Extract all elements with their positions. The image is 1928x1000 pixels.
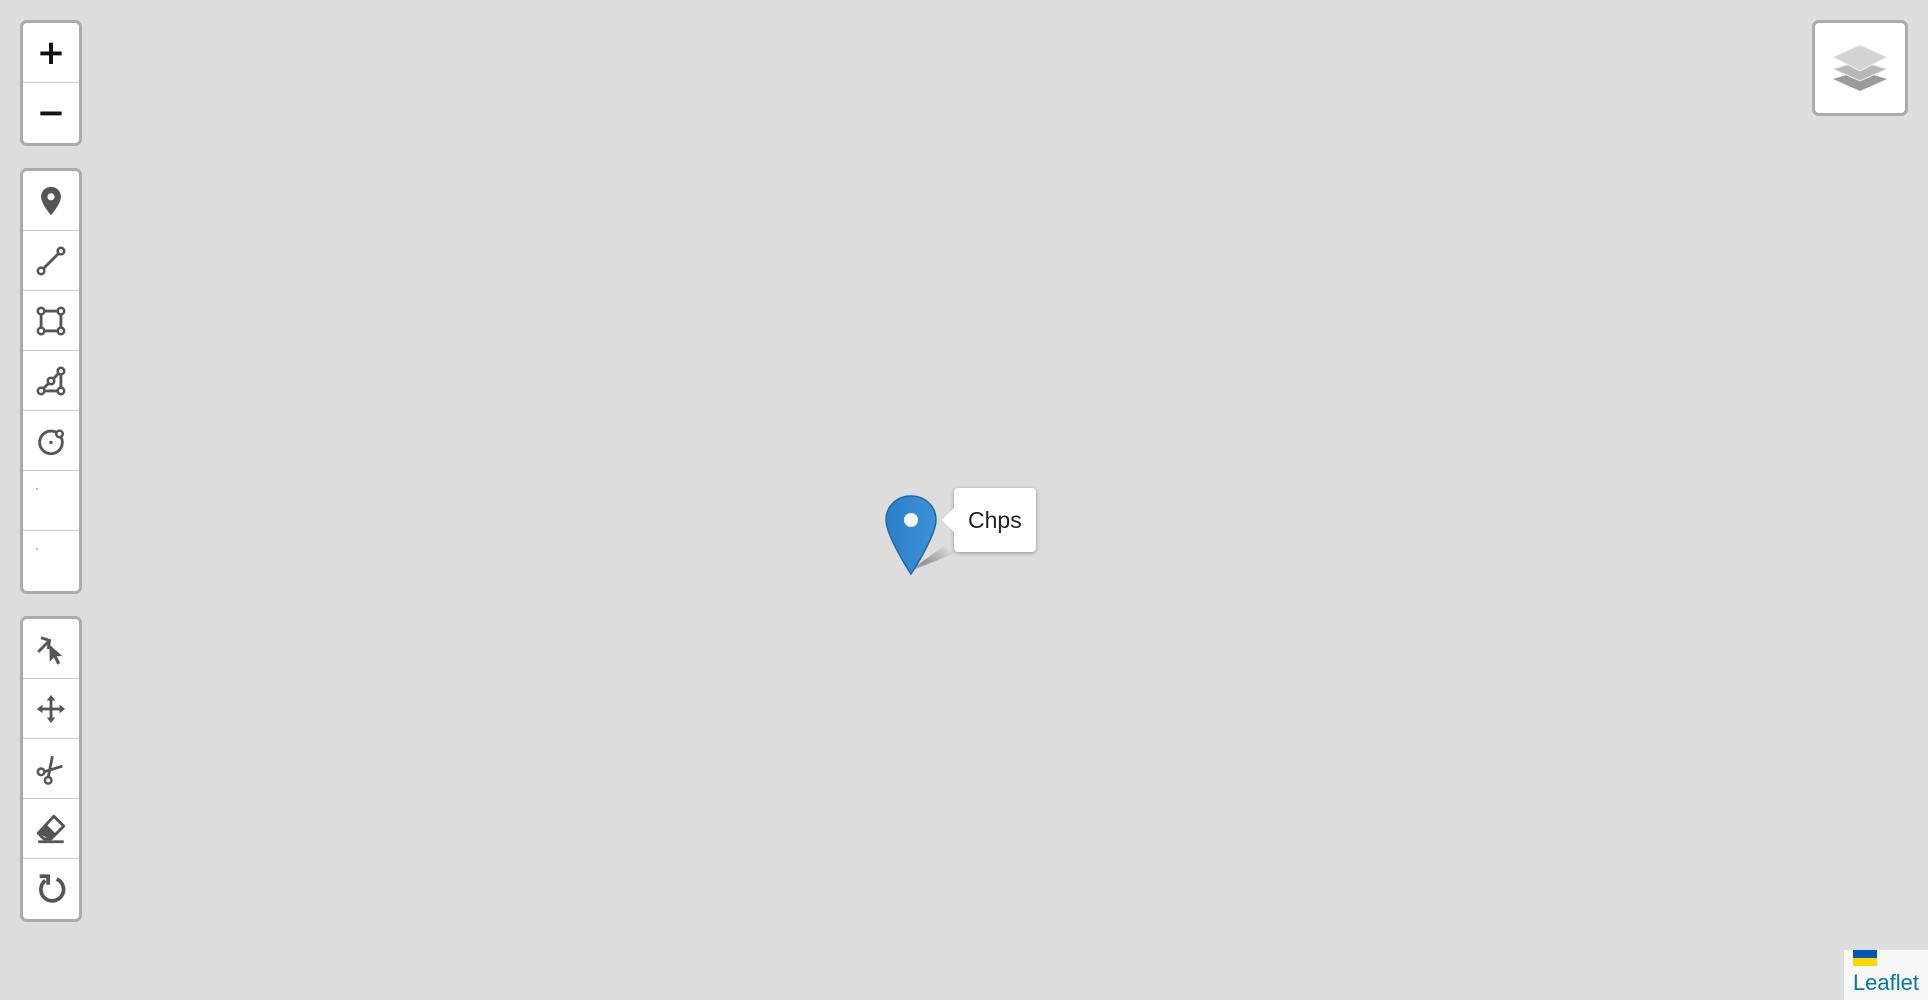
map-container[interactable]: + − Chps Leaflet [0,0,1928,1000]
zoom-control: + − [20,20,82,146]
marker-icon [41,186,61,215]
edit-mode-button[interactable] [23,619,79,679]
draw-circle-button[interactable] [23,411,79,471]
polygon-icon [36,366,66,395]
blank-icon [36,548,38,550]
blank-icon [36,487,38,490]
draw-tool-button[interactable] [23,531,79,591]
cut-icon [36,755,63,785]
polyline-icon [36,246,66,275]
drag-mode-button[interactable] [23,679,79,739]
draw-rectangle-button[interactable] [23,291,79,351]
zoom-in-button[interactable]: + [23,23,79,83]
ukraine-flag-icon [1852,950,1877,966]
attribution: Leaflet [1843,950,1928,1000]
rectangle-icon [36,306,66,335]
leaflet-link[interactable]: Leaflet [1852,950,1919,996]
rotate-mode-button[interactable] [23,859,79,919]
leaflet-link-text: Leaflet [1852,970,1919,995]
eraser-icon [36,814,66,843]
edit-toolbar [20,616,82,922]
cut-mode-button[interactable] [23,739,79,799]
layers-icon [1831,44,1889,91]
marker-tooltip: Chps [942,488,1036,552]
remove-mode-button[interactable] [23,799,79,859]
edit-icon [37,635,63,665]
draw-polygon-button[interactable] [23,351,79,411]
draw-tool-button[interactable] [23,471,79,531]
rotate-icon [39,874,66,903]
zoom-out-button[interactable]: − [23,83,79,143]
drag-icon [36,694,66,723]
draw-toolbar [20,168,82,594]
circle-icon [38,428,65,455]
layers-control-button[interactable] [1812,20,1908,116]
draw-marker-button[interactable] [23,171,79,231]
draw-polyline-button[interactable] [23,231,79,291]
map-marker-icon[interactable] [884,494,938,576]
